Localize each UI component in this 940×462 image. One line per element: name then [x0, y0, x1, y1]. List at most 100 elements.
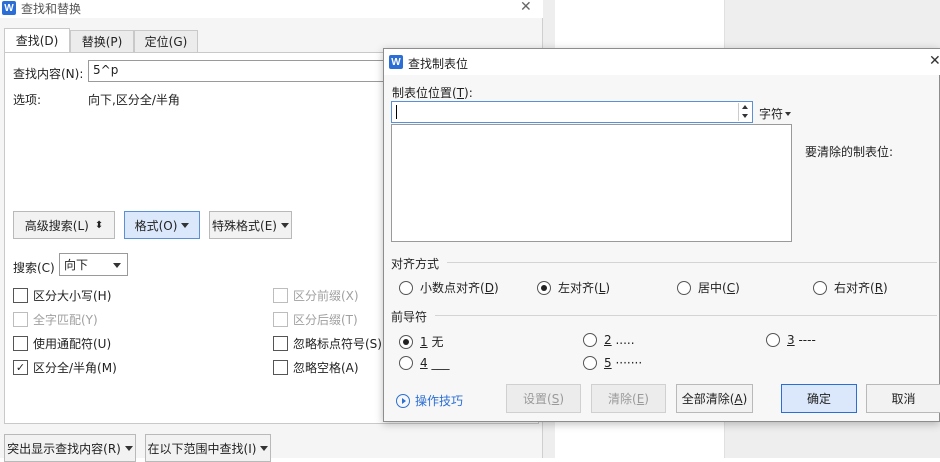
dialog-title: 查找制表位: [408, 57, 469, 71]
radio-leader-dashes[interactable]: 3 ----: [766, 333, 816, 347]
radio-circle: [677, 280, 691, 295]
checkbox-whole-word: 全字匹配(Y): [13, 311, 98, 328]
tab-stop-dialog: W 查找制表位 ✕ 制表位位置(T): 字符 要清除的制表位: 对齐方式 小数点…: [383, 48, 940, 422]
clear-tabs-label: 要清除的制表位:: [805, 145, 894, 159]
checkbox-suffix: 区分后缀(T): [273, 311, 358, 328]
divider: [447, 262, 937, 263]
spin-up-icon[interactable]: [742, 105, 748, 109]
ok-button[interactable]: 确定: [781, 384, 857, 413]
position-label: 制表位位置(T):: [392, 86, 473, 100]
checkbox-match-case[interactable]: 区分大小写(H): [13, 287, 111, 304]
checkbox-box: [273, 360, 288, 375]
tab-find[interactable]: 查找(D): [4, 28, 70, 52]
radio-label: 右对齐(R): [834, 281, 888, 295]
tips-link[interactable]: 操作技巧: [396, 392, 463, 409]
radio-leader-underline[interactable]: 4 ___: [399, 356, 449, 370]
radio-leader-middots[interactable]: 5 ·······: [583, 356, 642, 370]
radio-label: 小数点对齐(D): [420, 281, 499, 295]
search-direction-value: 向下: [64, 258, 89, 272]
app-logo-icon: W: [2, 1, 16, 15]
checkbox-box: [273, 336, 288, 351]
checkbox-ignore-punctuation[interactable]: 忽略标点符号(S): [273, 335, 382, 352]
cancel-label: 取消: [891, 392, 916, 406]
format-button[interactable]: 格式(O): [124, 211, 200, 239]
format-label: 格式(O): [134, 218, 178, 233]
radio-leader-dots[interactable]: 2 .....: [583, 333, 635, 347]
text-cursor: [396, 105, 397, 119]
radio-label: 4 ___: [420, 356, 450, 370]
checkbox-full-half-width[interactable]: ✓ 区分全/半角(M): [13, 359, 117, 376]
unit-dropdown[interactable]: 字符: [759, 105, 792, 122]
checkbox-label: 全字匹配(Y): [33, 313, 98, 327]
chevron-down-icon: [124, 445, 133, 451]
cancel-button[interactable]: 取消: [866, 384, 940, 413]
radio-label: 3 ----: [787, 333, 816, 347]
alignment-group-label: 对齐方式: [391, 257, 440, 271]
chevron-down-icon: [181, 222, 190, 228]
radio-label: 5 ·······: [604, 356, 643, 370]
divider: [435, 315, 937, 316]
radio-label: 1 无: [420, 335, 444, 349]
checkbox-box: [13, 336, 28, 351]
checkbox-ignore-spaces[interactable]: 忽略空格(A): [273, 359, 359, 376]
tips-label: 操作技巧: [415, 394, 464, 408]
special-format-button[interactable]: 特殊格式(E): [209, 211, 292, 239]
clear-button[interactable]: 清除(E): [591, 384, 666, 413]
checkbox-wildcards[interactable]: 使用通配符(U): [13, 335, 111, 352]
find-in-label: 在以下范围中查找(I): [147, 441, 257, 456]
expand-arrows-icon: ⬍: [94, 219, 104, 231]
unit-label: 字符: [759, 107, 784, 121]
leader-group-label: 前导符: [391, 310, 428, 324]
highlight-label: 突出显示查找内容(R): [7, 441, 121, 456]
advanced-search-label: 高级搜索(L): [24, 218, 89, 233]
spin-buttons[interactable]: [738, 103, 751, 121]
options-label: 选项:: [13, 93, 42, 107]
radio-circle: [766, 333, 780, 347]
checkmark-icon: ✓: [13, 360, 28, 375]
radio-circle: [813, 280, 827, 295]
position-input[interactable]: [391, 101, 753, 123]
radio-align-left[interactable]: 左对齐(L): [537, 279, 610, 296]
radio-circle: [399, 356, 413, 370]
close-icon[interactable]: ✕: [929, 53, 940, 69]
radio-label: 居中(C): [698, 281, 740, 295]
set-button[interactable]: 设置(S): [506, 384, 581, 413]
checkbox-label: 区分后缀(T): [293, 313, 358, 327]
checkbox-label: 使用通配符(U): [33, 337, 112, 351]
checkbox-box: [13, 288, 28, 303]
tab-replace[interactable]: 替换(P): [70, 30, 134, 52]
radio-circle: [583, 333, 597, 347]
chevron-down-icon: [113, 263, 121, 268]
tab-replace-label: 替换(P): [81, 35, 123, 49]
find-input[interactable]: 5^p: [88, 60, 388, 82]
radio-align-right[interactable]: 右对齐(R): [813, 279, 888, 296]
special-format-label: 特殊格式(E): [212, 218, 277, 233]
title-bar: W 查找和替换 ✕: [0, 0, 543, 18]
advanced-search-button[interactable]: 高级搜索(L) ⬍: [13, 211, 115, 239]
radio-circle-selected: [399, 334, 413, 349]
tab-find-label: 查找(D): [15, 34, 59, 48]
search-direction-select[interactable]: 向下: [59, 253, 128, 276]
clear-all-button[interactable]: 全部清除(A): [676, 384, 753, 413]
tab-goto-label: 定位(G): [144, 35, 188, 49]
dialog-title: 查找和替换: [21, 2, 82, 16]
radio-align-decimal[interactable]: 小数点对齐(D): [399, 279, 499, 296]
app-logo-icon: W: [389, 55, 403, 69]
checkbox-label: 区分全/半角(M): [33, 361, 117, 375]
radio-circle: [399, 280, 413, 295]
title-bar: W 查找制表位 ✕: [384, 49, 940, 75]
checkbox-box: [13, 312, 28, 327]
radio-align-center[interactable]: 居中(C): [677, 279, 740, 296]
radio-circle-selected: [537, 280, 551, 295]
tab-stop-list[interactable]: [391, 124, 792, 242]
find-input-value: 5^p: [93, 63, 119, 77]
checkbox-label: 区分大小写(H): [33, 289, 112, 303]
play-circle-icon: [396, 393, 410, 408]
tab-goto[interactable]: 定位(G): [134, 30, 198, 52]
checkbox-box: [273, 288, 288, 303]
find-label: 查找内容(N):: [13, 67, 84, 81]
spin-down-icon[interactable]: [742, 114, 748, 118]
radio-leader-none[interactable]: 1 无: [399, 333, 443, 350]
close-icon[interactable]: ✕: [520, 0, 532, 15]
options-value: 向下,区分全/半角: [88, 93, 180, 107]
